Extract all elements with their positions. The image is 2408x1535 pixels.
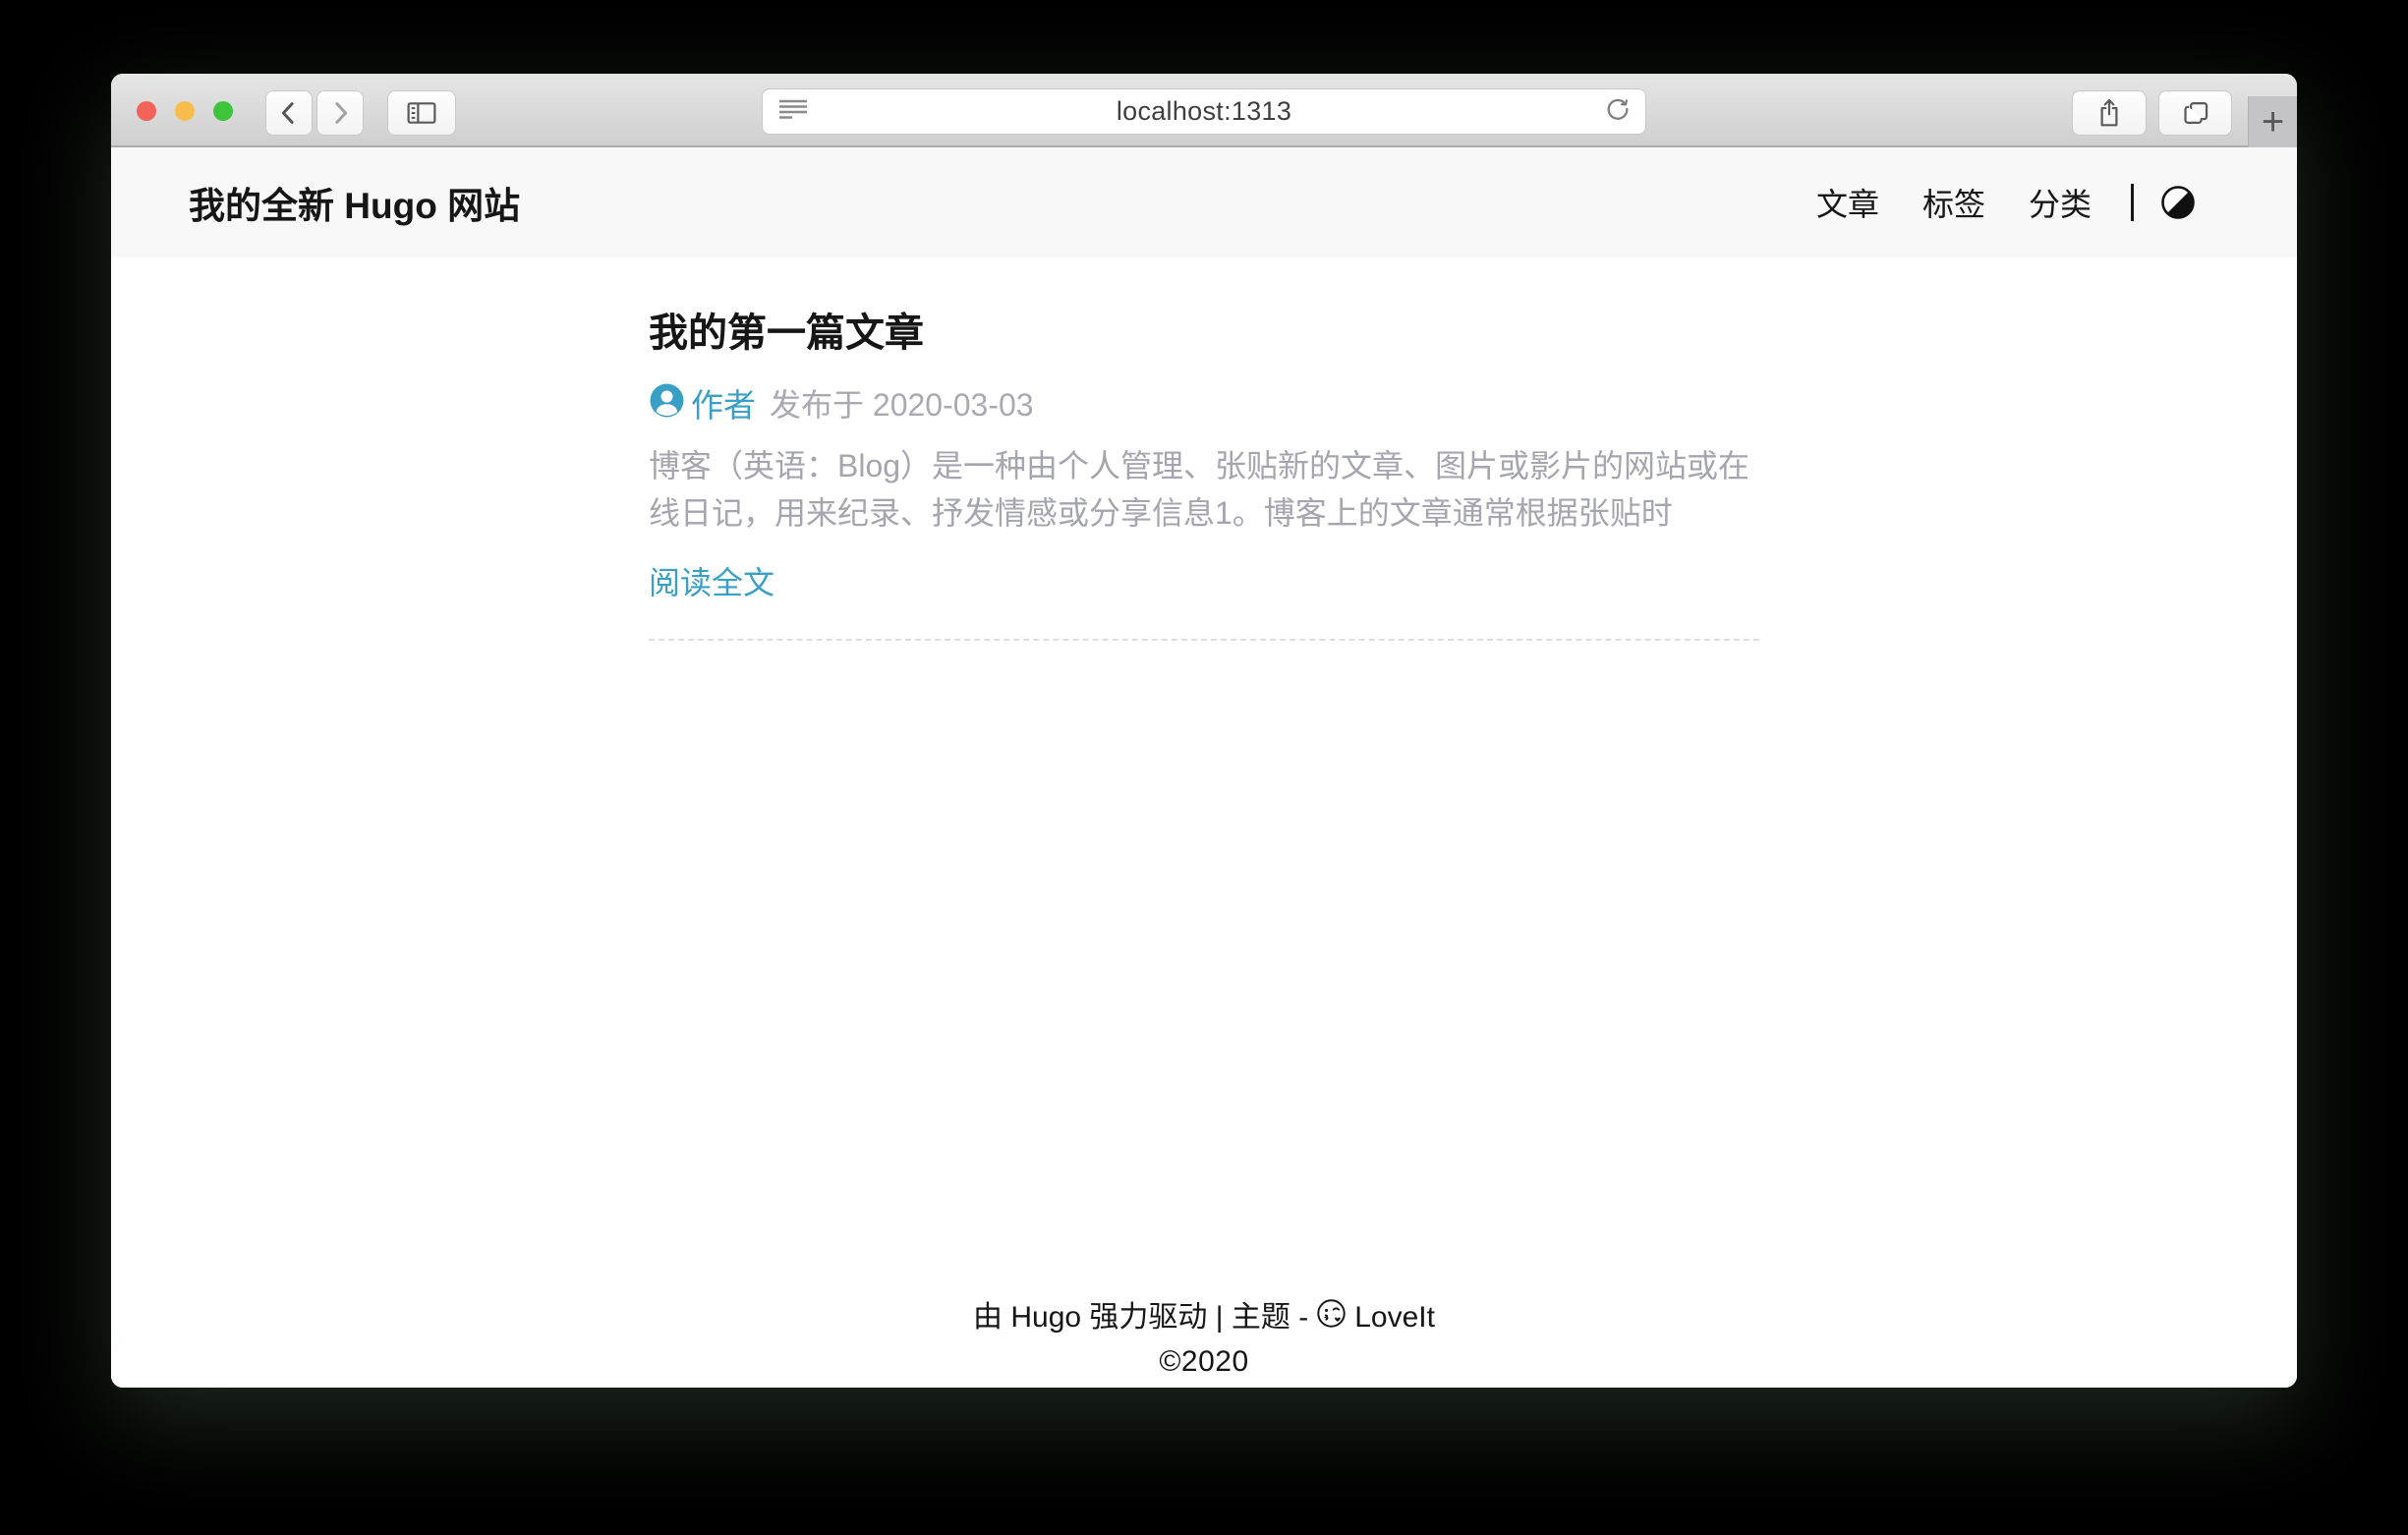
author-link[interactable]: 作者 <box>691 379 756 426</box>
footer-powered-line: 由 Hugo 强力驱动 | 主题 - LoveIt <box>111 1295 2297 1339</box>
back-button[interactable] <box>265 90 313 136</box>
browser-chrome: localhost:1313 <box>111 74 2297 147</box>
tabs-icon <box>2180 98 2211 128</box>
address-bar[interactable]: localhost:1313 <box>762 88 1646 135</box>
read-more-link[interactable]: 阅读全文 <box>649 558 774 603</box>
chevron-left-icon <box>274 98 304 128</box>
forward-button[interactable] <box>316 90 364 136</box>
post-summary-card: 我的第一篇文章 作者 发布于 2020-03-03 博客（英语：Blog） <box>649 301 1759 641</box>
browser-window: localhost:1313 <box>111 74 2297 1388</box>
share-icon <box>2094 97 2124 129</box>
zoom-window-button[interactable] <box>213 101 233 121</box>
nav-item-posts[interactable]: 文章 <box>1816 180 1879 225</box>
theme-contrast-icon <box>2161 207 2195 222</box>
post-title[interactable]: 我的第一篇文章 <box>649 301 1759 358</box>
content-column: 我的第一篇文章 作者 发布于 2020-03-03 博客（英语：Blog） <box>649 257 1759 641</box>
tab-overview-button[interactable] <box>2158 90 2232 136</box>
copyright-text: ©2020 <box>111 1339 2297 1384</box>
sidebar-toggle-button[interactable] <box>387 90 456 136</box>
plus-icon: + <box>2262 102 2284 142</box>
main-content: 我的第一篇文章 作者 发布于 2020-03-03 博客（英语：Blog） <box>111 257 2297 1295</box>
loveit-kiss-emoji-icon <box>1316 1297 1347 1341</box>
share-button[interactable] <box>2072 90 2147 136</box>
close-window-button[interactable] <box>137 101 156 121</box>
post-summary-text: 博客（英语：Blog）是一种由个人管理、张贴新的文章、图片或影片的网站或在线日记… <box>649 442 1759 537</box>
powered-by-text: 由 Hugo 强力驱动 | 主题 - <box>973 1295 1308 1339</box>
nav-item-tags[interactable]: 标签 <box>1922 180 1985 225</box>
author-avatar-icon <box>649 382 685 424</box>
site-title-link[interactable]: 我的全新 Hugo 网站 <box>189 176 520 229</box>
minimize-window-button[interactable] <box>175 101 195 121</box>
new-tab-button[interactable]: + <box>2248 96 2297 147</box>
post-meta: 作者 发布于 2020-03-03 <box>649 379 1759 426</box>
site-footer: 由 Hugo 强力驱动 | 主题 - LoveIt ©2020 <box>111 1295 2297 1388</box>
nav-separator <box>2131 184 2134 221</box>
publish-date: 发布于 2020-03-03 <box>770 380 1034 426</box>
site-nav: 文章 标签 分类 <box>1773 180 2195 225</box>
desktop-background: localhost:1313 <box>0 0 2408 1535</box>
traffic-lights <box>137 101 233 121</box>
url-text[interactable]: localhost:1313 <box>763 96 1645 127</box>
site-header: 我的全新 Hugo 网站 文章 标签 分类 <box>111 147 2297 257</box>
post-divider <box>649 639 1759 641</box>
nav-item-categories[interactable]: 分类 <box>2029 180 2092 225</box>
sidebar-icon <box>405 98 438 128</box>
theme-link[interactable]: LoveIt <box>1354 1295 1435 1339</box>
chevron-right-icon <box>325 98 355 128</box>
theme-toggle-button[interactable] <box>2161 186 2195 219</box>
